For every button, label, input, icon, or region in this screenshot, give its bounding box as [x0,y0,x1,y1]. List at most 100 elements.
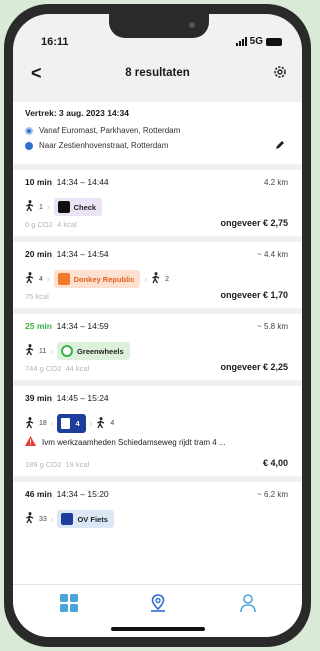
bottom-tab-bar [13,584,302,637]
settings-gear-icon[interactable] [272,64,288,85]
result-co2: 0 g CO2 [25,220,53,229]
result-header: 20 min 14:34 – 14:54 [25,249,109,259]
walk-minutes: 11 [39,347,47,355]
map-pin-icon[interactable] [149,593,167,618]
tram-icon [60,417,72,430]
walk-minutes: 2 [165,275,170,283]
app-screen: 16:11 5G < 8 resultaten Vertrek: 3 aug. … [13,14,302,637]
ov-fiets-logo-icon [61,513,74,525]
bike-logo-icon [57,273,70,285]
result-impact: 744 g CO2 44 kcal [25,364,89,373]
result-price: ongeveer € 1,70 [220,290,288,300]
provider-name: OV Fiets [77,514,108,524]
walk-icon [25,344,35,358]
greenwheels-logo-icon [60,345,73,357]
walk-icon [25,272,35,286]
result-price: € 4,00 [262,458,288,468]
provider-chip: Greenwheels [56,342,130,360]
battery-icon [266,37,282,46]
result-legs: 11 › Greenwheels [25,342,130,360]
result-distance: ~ 4.4 km [257,250,288,259]
provider-name: Check [73,202,97,212]
result-duration: 20 min [25,249,52,259]
result-kcal: 4 kcal [57,220,77,229]
result-header: 46 min 14:34 – 15:20 [25,489,109,499]
destination-row: Naar Zestienhovenstraat, Rotterdam [25,141,168,150]
warning-triangle-icon [25,436,36,448]
result-kcal: 19 kcal [65,460,90,469]
result-header: 25 min 14:34 – 14:59 [25,321,109,331]
departure-time: Vertrek: 3 aug. 2023 14:34 [25,108,129,118]
result-duration: 25 min [25,321,52,331]
walk-minutes: 4 [110,420,115,427]
walk-minutes: 33 [39,515,47,523]
result-card[interactable]: 39 min 14:45 – 15:24 18 › 4 › 4 Ivm werk… [13,386,302,476]
result-times: 14:34 – 14:44 [56,177,109,187]
result-kcal: 75 kcal [25,292,49,301]
disruption-text: Ivm werkzaamheden Schiedamseweg rijdt tr… [42,437,226,447]
result-times: 14:45 – 15:24 [56,393,109,403]
result-distance: ~ 6.2 km [257,490,288,499]
result-distance: 4.2 km [263,178,288,187]
provider-chip: Check [53,198,103,216]
result-impact: 189 g CO2 19 kcal [25,460,89,469]
result-kcal: 44 kcal [65,364,90,373]
leg-separator: › [46,202,50,212]
phone-frame: 16:11 5G < 8 resultaten Vertrek: 3 aug. … [4,4,311,647]
leg-separator: › [46,274,50,284]
notch [109,14,209,38]
leg-separator: › [50,514,54,524]
walk-icon [25,416,35,431]
tram-line: 4 [75,419,80,428]
disruption-notice[interactable]: Ivm werkzaamheden Schiedamseweg rijdt tr… [25,436,226,448]
walk-minutes: 4 [39,275,43,283]
walk-icon [96,416,106,431]
walk-icon [151,272,161,286]
result-legs: 4 › Donkey Republic › 2 [25,270,169,288]
walk-minutes: 1 [39,203,43,211]
result-card[interactable]: 20 min 14:34 – 14:54 ~ 4.4 km 4 › Donkey… [13,242,302,308]
tram-chip: 4 [57,414,86,433]
result-header: 39 min 14:45 – 15:24 [25,393,109,403]
leg-separator: › [50,419,54,428]
page-title: 8 resultaten [125,67,190,79]
result-distance: ~ 5.8 km [257,322,288,331]
network-label: 5G [249,36,263,47]
result-times: 14:34 – 14:59 [56,321,109,331]
result-card[interactable]: 46 min 14:34 – 15:20 ~ 6.2 km 33 › OV Fi… [13,482,302,586]
result-duration: 10 min [25,177,52,187]
result-price: ongeveer € 2,75 [220,218,288,228]
edit-pencil-icon[interactable] [274,138,286,156]
result-impact: 75 kcal [25,292,49,301]
destination-icon [25,141,33,150]
result-card[interactable]: 25 min 14:34 – 14:59 ~ 5.8 km 11 › Green… [13,314,302,380]
trip-summary[interactable]: Vertrek: 3 aug. 2023 14:34 Vanaf Euromas… [13,102,302,164]
result-times: 14:34 – 15:20 [56,489,109,499]
leg-separator: › [50,346,53,356]
grid-icon[interactable] [59,593,79,618]
origin-icon [25,126,33,135]
leg-separator: › [144,274,148,284]
provider-name: Greenwheels [76,346,124,356]
result-impact: 0 g CO2 4 kcal [25,220,77,229]
walk-icon [25,200,35,214]
result-co2: 189 g CO2 [25,460,62,469]
provider-chip: Donkey Republic [53,270,141,288]
status-bar: 16:11 5G [13,36,302,52]
profile-icon[interactable] [239,593,257,618]
provider-chip: OV Fiets [57,510,114,528]
origin-row: Vanaf Euromast, Parkhaven, Rotterdam [25,126,180,135]
home-indicator [111,627,205,631]
status-indicators: 5G [235,36,282,47]
walk-minutes: 18 [39,420,47,427]
provider-name: Donkey Republic [73,274,135,284]
result-duration: 46 min [25,489,52,499]
result-times: 14:34 – 14:54 [56,249,109,259]
leg-separator: › [89,419,93,428]
result-legs: 33 › OV Fiets [25,510,114,528]
origin-text: Vanaf Euromast, Parkhaven, Rotterdam [39,126,181,135]
result-duration: 39 min [25,393,52,403]
result-legs: 1 › Check [25,198,103,216]
check-logo-icon [57,201,70,213]
result-card[interactable]: 10 min 14:34 – 14:44 4.2 km 1 › Check 0 … [13,170,302,236]
